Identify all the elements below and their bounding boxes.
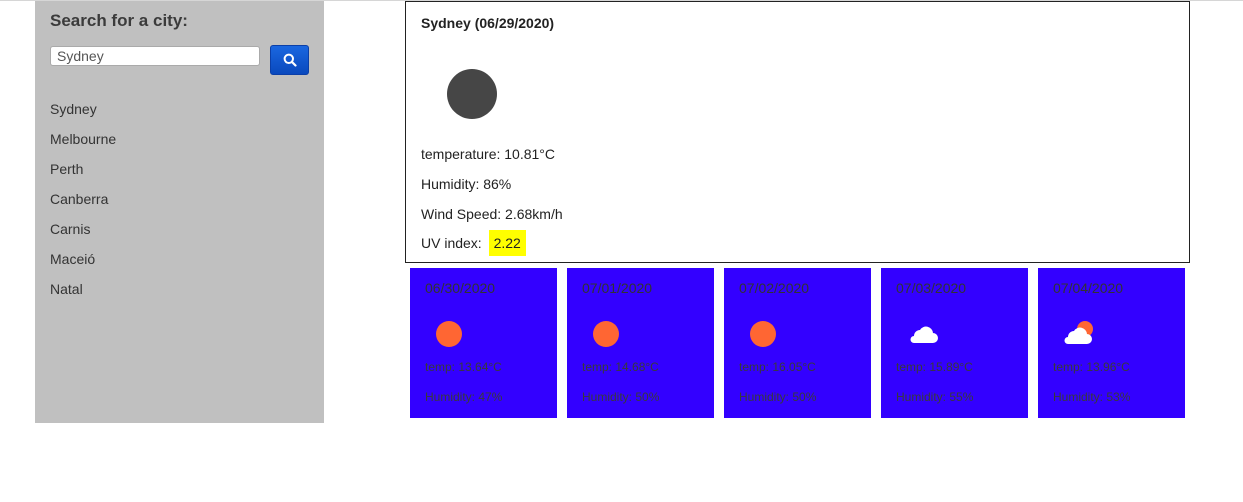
- cloud-sun-icon: [1063, 320, 1097, 348]
- cloud-icon: [906, 323, 940, 351]
- forecast-date: 06/30/2020: [425, 280, 496, 296]
- sun-icon: [435, 320, 463, 348]
- forecast-temp: temp: 14.68°C: [582, 360, 659, 374]
- city-item-perth[interactable]: Perth: [50, 159, 116, 189]
- search-row: [50, 45, 309, 75]
- search-heading: Search for a city:: [50, 11, 188, 30]
- forecast-temp: temp: 13.64°C: [425, 360, 502, 374]
- sun-icon: [592, 320, 620, 348]
- forecast-humidity: Humidity: 55%: [896, 390, 974, 404]
- city-item-natal[interactable]: Natal: [50, 279, 116, 309]
- current-temperature: temperature: 10.81°C: [421, 146, 556, 162]
- forecast-card: 07/03/2020 temp: 15.89°C Humidity: 55%: [881, 268, 1028, 418]
- forecast-humidity: Humidity: 50%: [582, 390, 660, 404]
- city-item-sydney[interactable]: Sydney: [50, 99, 116, 129]
- search-button[interactable]: [270, 45, 309, 75]
- current-humidity: Humidity: 86%: [421, 176, 512, 192]
- forecast-humidity: Humidity: 53%: [1053, 390, 1131, 404]
- forecast-date: 07/01/2020: [582, 280, 653, 296]
- dark-circle-icon: [447, 69, 497, 119]
- city-search-input[interactable]: [50, 46, 260, 66]
- forecast-date: 07/02/2020: [739, 280, 810, 296]
- forecast-card: 07/02/2020 temp: 16.05°C Humidity: 50%: [724, 268, 871, 418]
- forecast-card: 07/01/2020 temp: 14.68°C Humidity: 50%: [567, 268, 714, 418]
- current-city-title: Sydney (06/29/2020): [421, 15, 555, 31]
- forecast-card: 06/30/2020 temp: 13.64°C Humidity: 47%: [410, 268, 557, 418]
- uv-index-value: 2.22: [488, 230, 526, 256]
- city-item-maceio[interactable]: Maceió: [50, 249, 116, 279]
- current-weather-card: Sydney (06/29/2020) temperature: 10.81°C…: [405, 1, 1190, 263]
- forecast-temp: temp: 16.05°C: [739, 360, 816, 374]
- sidebar: Search for a city: Sydney Melbourne Pert…: [35, 1, 324, 423]
- forecast-humidity: Humidity: 47%: [425, 390, 503, 404]
- city-item-carnis[interactable]: Carnis: [50, 219, 116, 249]
- city-item-canberra[interactable]: Canberra: [50, 189, 116, 219]
- forecast-temp: temp: 15.89°C: [896, 360, 973, 374]
- current-wind-speed: Wind Speed: 2.68km/h: [421, 206, 563, 222]
- city-history-list: Sydney Melbourne Perth Canberra Carnis M…: [50, 99, 116, 309]
- forecast-humidity: Humidity: 50%: [739, 390, 817, 404]
- forecast-date: 07/04/2020: [1053, 280, 1124, 296]
- city-item-melbourne[interactable]: Melbourne: [50, 129, 116, 159]
- forecast-card: 07/04/2020 temp: 13.96°C Humidity: 53%: [1038, 268, 1185, 418]
- search-icon: [283, 53, 297, 67]
- forecast-temp: temp: 13.96°C: [1053, 360, 1130, 374]
- sun-icon: [749, 320, 777, 348]
- forecast-date: 07/03/2020: [896, 280, 967, 296]
- uv-label: UV index:: [421, 235, 482, 251]
- current-uv-row: UV index: 2.22: [421, 230, 526, 256]
